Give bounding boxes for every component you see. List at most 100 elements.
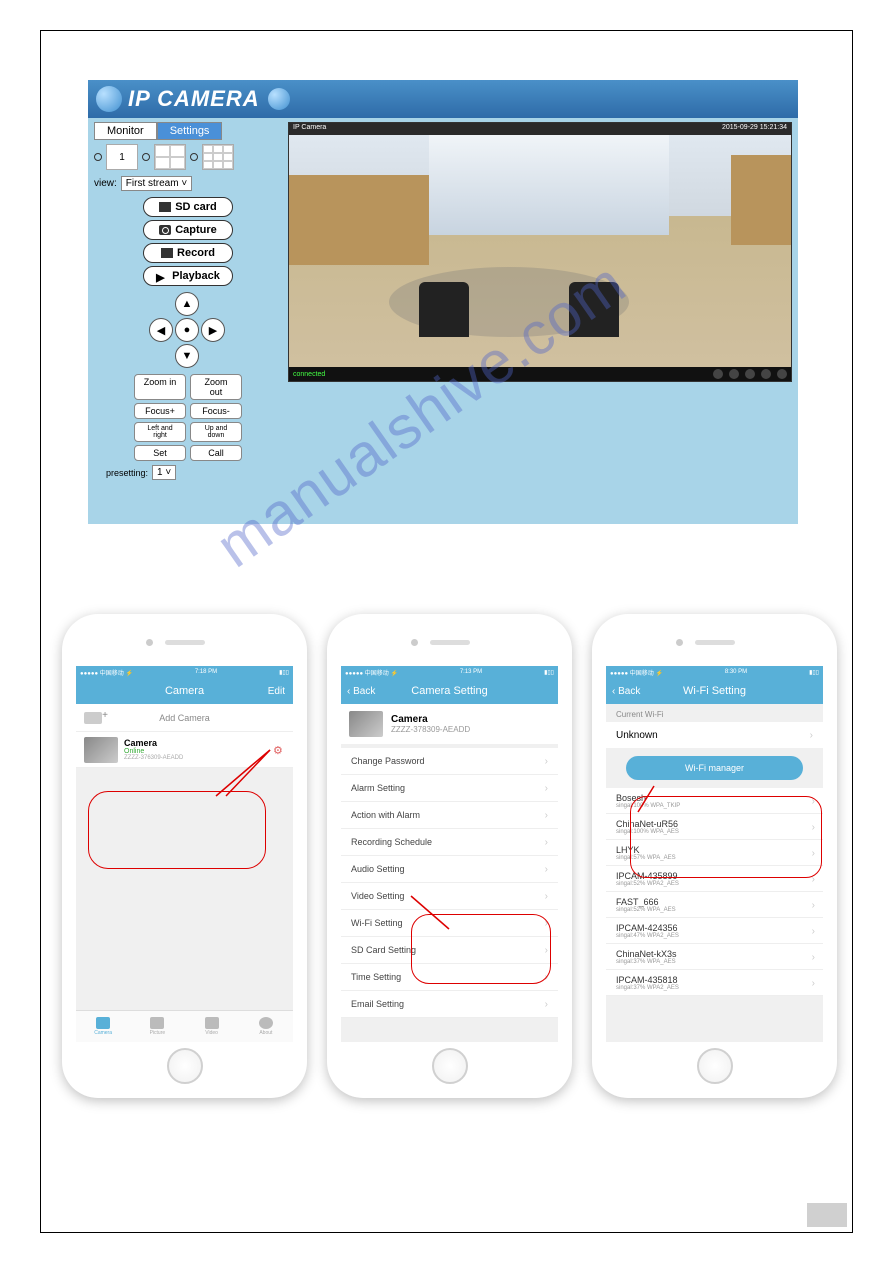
nav-title: Wi-Fi Setting	[683, 685, 746, 697]
up-down-button[interactable]: Up and down	[190, 422, 242, 442]
tab-about[interactable]: About	[239, 1011, 293, 1042]
current-wifi-row[interactable]: Unknown ›	[606, 722, 823, 748]
view-radio-1[interactable]	[94, 153, 102, 161]
callout-annotation	[630, 796, 822, 878]
view-grid-9[interactable]	[202, 144, 234, 170]
tab-monitor[interactable]: Monitor	[94, 122, 157, 140]
phone-screen: ●●●●● 中国移动 ⚡ 7:18 PM ▮▯▯ Camera Edit Add…	[76, 666, 293, 1042]
chevron-right-icon: ›	[545, 783, 548, 794]
tab-video[interactable]: Video	[185, 1011, 239, 1042]
wifi-network-item[interactable]: FAST_666singal:52% WPA_AES›	[606, 892, 823, 918]
video-status: connected	[293, 371, 325, 378]
view-single[interactable]: 1	[106, 144, 138, 170]
sdcard-button[interactable]: SD card	[143, 197, 233, 217]
dpad-down[interactable]: ▼	[175, 344, 199, 368]
setting-change-password[interactable]: Change Password›	[341, 748, 558, 775]
status-time: 7:18 PM	[195, 669, 217, 675]
home-button[interactable]	[167, 1048, 203, 1084]
record-button[interactable]: Record	[143, 243, 233, 263]
chevron-right-icon: ›	[545, 837, 548, 848]
camera-icon	[159, 225, 171, 235]
wifi-manager-button[interactable]: Wi-Fi manager	[626, 756, 803, 780]
phone-front-camera	[676, 639, 683, 646]
desktop-app: IP CAMERA Monitor Settings 1 view: First…	[88, 80, 798, 524]
edit-button[interactable]: Edit	[268, 686, 285, 697]
sdcard-icon	[159, 202, 171, 212]
setting-action-alarm[interactable]: Action with Alarm›	[341, 802, 558, 829]
phone-speaker	[695, 640, 735, 645]
chevron-right-icon: ›	[812, 926, 815, 937]
gear-icon[interactable]: ⚙	[273, 744, 285, 756]
video-title: IP Camera	[293, 124, 326, 134]
camera-icon	[96, 1017, 110, 1029]
chevron-right-icon: ›	[545, 756, 548, 767]
view-radio-3[interactable]	[190, 153, 198, 161]
view-radio-2[interactable]	[142, 153, 150, 161]
dpad: ▲ ◀ ● ▶ ▼	[149, 292, 227, 368]
focus-minus-button[interactable]: Focus-	[190, 403, 242, 419]
phone-screen: ●●●●● 中国移动 ⚡ 8:30 PM ▮▯▯ ‹ Back Wi-Fi Se…	[606, 666, 823, 1042]
stream-select[interactable]: First stream ˅	[121, 176, 192, 191]
zoom-out-button[interactable]: Zoom out	[190, 374, 242, 400]
add-camera-button[interactable]: Add Camera	[76, 704, 293, 732]
capture-button[interactable]: Capture	[143, 220, 233, 240]
tab-picture[interactable]: Picture	[130, 1011, 184, 1042]
tab-settings[interactable]: Settings	[157, 122, 223, 140]
zoom-in-button[interactable]: Zoom in	[134, 374, 186, 400]
chevron-right-icon: ›	[812, 900, 815, 911]
video-frame[interactable]: IP Camera 2015-09-29 15:21:34 connected	[288, 122, 792, 382]
left-right-button[interactable]: Left and right	[134, 422, 186, 442]
wifi-network-item[interactable]: IPCAM-435818singal:37% WPA2_AES›	[606, 970, 823, 996]
status-time: 7:13 PM	[460, 669, 482, 675]
dpad-left[interactable]: ◀	[149, 318, 173, 342]
status-carrier: ●●●●● 中国移动 ⚡	[610, 668, 663, 677]
camera-thumbnail	[84, 737, 118, 763]
phone-2: ●●●●● 中国移动 ⚡ 7:13 PM ▮▯▯ ‹ Back Camera S…	[327, 614, 572, 1098]
phone-speaker	[430, 640, 470, 645]
phone-screen: ●●●●● 中国移动 ⚡ 7:13 PM ▮▯▯ ‹ Back Camera S…	[341, 666, 558, 1042]
status-carrier: ●●●●● 中国移动 ⚡	[345, 668, 398, 677]
setting-audio[interactable]: Audio Setting›	[341, 856, 558, 883]
call-button[interactable]: Call	[190, 445, 242, 461]
home-button[interactable]	[432, 1048, 468, 1084]
preset-select[interactable]: 1 ˅	[152, 465, 176, 480]
setting-alarm[interactable]: Alarm Setting›	[341, 775, 558, 802]
chevron-right-icon: ›	[545, 999, 548, 1010]
home-button[interactable]	[697, 1048, 733, 1084]
set-button[interactable]: Set	[134, 445, 186, 461]
video-controls-icons[interactable]	[713, 369, 787, 379]
back-button[interactable]: ‹ Back	[612, 686, 640, 697]
dpad-up[interactable]: ▲	[175, 292, 199, 316]
video-scene	[289, 135, 791, 367]
dpad-center[interactable]: ●	[175, 318, 199, 342]
bottom-tab-bar: Camera Picture Video About	[76, 1010, 293, 1042]
wifi-network-item[interactable]: ChinaNet-kX3ssingal:37% WPA_AES›	[606, 944, 823, 970]
dpad-right[interactable]: ▶	[201, 318, 225, 342]
record-icon	[161, 248, 173, 258]
wifi-network-item[interactable]: IPCAM-424356singal:47% WPA2_AES›	[606, 918, 823, 944]
phone-front-camera	[411, 639, 418, 646]
back-button[interactable]: ‹ Back	[347, 686, 375, 697]
setting-email[interactable]: Email Setting›	[341, 991, 558, 1018]
nav-title: Camera	[165, 685, 204, 697]
picture-icon	[150, 1017, 164, 1029]
video-panel: IP Camera 2015-09-29 15:21:34 connected	[288, 118, 798, 524]
view-label: view:	[94, 178, 117, 189]
view-grid-4[interactable]	[154, 144, 186, 170]
callout-annotation	[411, 914, 551, 984]
focus-plus-button[interactable]: Focus+	[134, 403, 186, 419]
tab-camera[interactable]: Camera	[76, 1011, 130, 1042]
status-battery: ▮▯▯	[544, 669, 554, 676]
setting-recording[interactable]: Recording Schedule›	[341, 829, 558, 856]
chevron-right-icon: ›	[810, 730, 813, 741]
camera-thumbnail	[349, 711, 383, 737]
callout-annotation	[88, 791, 266, 869]
chevron-right-icon: ›	[812, 952, 815, 963]
globe-icon	[268, 88, 290, 110]
camera-id: ZZZZ-378309-AEADD	[391, 725, 470, 734]
playback-button[interactable]: ▶Playback	[143, 266, 233, 286]
chevron-right-icon: ›	[545, 891, 548, 902]
globe-icon	[96, 86, 122, 112]
app-header: IP CAMERA	[88, 80, 798, 118]
chevron-right-icon: ›	[812, 978, 815, 989]
